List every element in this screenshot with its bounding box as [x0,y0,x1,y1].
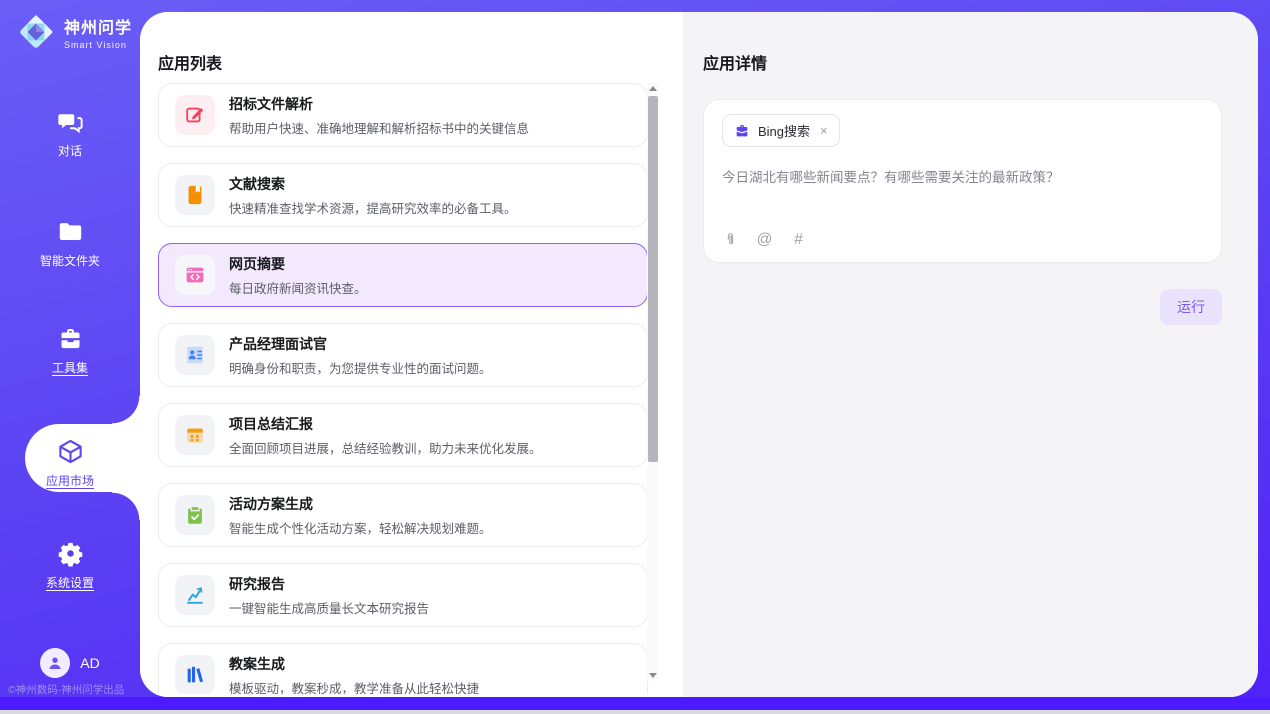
app-card[interactable]: 网页摘要 每日政府新闻资讯快查。 [158,243,648,307]
book-icon [175,175,215,215]
app-card[interactable]: 教案生成 模板驱动，教案秒成，教学准备从此轻松快捷 [158,643,648,694]
app-texts: 研究报告 一键智能生成高质量长文本研究报告 [229,574,429,617]
app-list-panel: 应用列表 招标文件解析 帮助用户快速、准确地理解和解析招标书中的关键信息 文献搜… [140,12,683,697]
app-texts: 项目总结汇报 全面回顾项目进展，总结经验教训，助力未来优化发展。 [229,414,542,457]
app-name: 研究报告 [229,574,429,594]
sidebar-item-label: 工具集 [0,359,140,376]
run-button[interactable]: 运行 [1160,289,1222,325]
app-card[interactable]: 研究报告 一键智能生成高质量长文本研究报告 [158,563,648,627]
sidebar-item-label: 对话 [0,142,140,159]
avatar[interactable] [40,648,70,678]
sidebar-item-folders[interactable]: 智能文件夹 [0,218,140,269]
app-description: 全面回顾项目进展，总结经验教训，助力未来优化发展。 [229,438,542,457]
clipboard-check-icon [175,495,215,535]
sidebar-item-label: 应用市场 [0,472,140,489]
sidebar-item-label: 智能文件夹 [0,252,140,269]
chat-icon [57,108,84,135]
list-scrollbar[interactable] [647,83,658,681]
scroll-up-arrow-icon[interactable] [647,83,658,94]
tool-chip-label: Bing搜索 [758,121,810,140]
app-list-title: 应用列表 [158,50,683,74]
app-card[interactable]: 活动方案生成 智能生成个性化活动方案，轻松解决规划难题。 [158,483,648,547]
sidebar-item-chat[interactable]: 对话 [0,108,140,159]
edit-doc-icon [175,95,215,135]
resume-icon [175,335,215,375]
scrollbar-thumb[interactable] [648,96,658,462]
app-description: 快速精准查找学术资源，提高研究效率的必备工具。 [229,198,517,217]
browser-code-icon [175,255,215,295]
app-texts: 招标文件解析 帮助用户快速、准确地理解和解析招标书中的关键信息 [229,94,529,137]
app-detail-panel: 应用详情 Bing搜索 × 今日湖北有哪些新闻要点？有哪些需要关注的最新政策？ … [683,12,1258,697]
main-content: 应用列表 招标文件解析 帮助用户快速、准确地理解和解析招标书中的关键信息 文献搜… [140,12,1258,697]
app-texts: 活动方案生成 智能生成个性化活动方案，轻松解决规划难题。 [229,494,492,537]
briefcase-icon [734,123,750,139]
run-row: 运行 [703,289,1222,325]
trend-report-icon [175,575,215,615]
user-account[interactable]: AD [0,648,140,678]
app-name: 教案生成 [229,654,479,674]
app-description: 一键智能生成高质量长文本研究报告 [229,598,429,617]
app-name: 活动方案生成 [229,494,492,514]
app-name: 招标文件解析 [229,94,529,114]
app-name: 产品经理面试官 [229,334,492,354]
cube-icon [57,438,84,465]
calendar-grid-icon [175,415,215,455]
app-description: 帮助用户快速、准确地理解和解析招标书中的关键信息 [229,118,529,137]
sidebar-item-tools[interactable]: 工具集 [0,325,140,376]
bottom-edge-strip [0,710,1270,714]
app-card-list: 招标文件解析 帮助用户快速、准确地理解和解析招标书中的关键信息 文献搜索 快速精… [158,83,648,694]
app-card[interactable]: 项目总结汇报 全面回顾项目进展，总结经验教训，助力未来优化发展。 [158,403,648,467]
app-logo: 神州问学 Smart Vision [16,12,132,52]
sidebar-item-label: 系统设置 [0,574,140,591]
folder-icon [57,218,84,245]
app-name: 项目总结汇报 [229,414,542,434]
sidebar-item-settings[interactable]: 系统设置 [0,540,140,591]
person-icon [46,654,64,672]
logo-diamond-icon [16,12,56,52]
copyright-text: ©神州数码·神州问学出品 [8,682,124,697]
tool-chip-bing-search[interactable]: Bing搜索 × [722,114,840,147]
app-card[interactable]: 招标文件解析 帮助用户快速、准确地理解和解析招标书中的关键信息 [158,83,648,147]
app-card[interactable]: 文献搜索 快速精准查找学术资源，提高研究效率的必备工具。 [158,163,648,227]
paperclip-icon[interactable] [722,231,739,248]
input-toolbar: @ # [722,231,807,248]
sidebar: 神州问学 Smart Vision 对话 智能文件夹 工具集 应用市场 系统设置… [0,0,140,714]
app-card[interactable]: 产品经理面试官 明确身份和职责，为您提供专业性的面试问题。 [158,323,648,387]
gear-icon [57,540,84,567]
chip-close-icon[interactable]: × [820,123,828,138]
app-description: 智能生成个性化活动方案，轻松解决规划难题。 [229,518,492,537]
toolbox-icon [57,325,84,352]
app-description: 明确身份和职责，为您提供专业性的面试问题。 [229,358,492,377]
bottom-accent-bar [0,697,1270,710]
app-texts: 产品经理面试官 明确身份和职责，为您提供专业性的面试问题。 [229,334,492,377]
logo-text: 神州问学 Smart Vision [64,14,132,50]
app-texts: 网页摘要 每日政府新闻资讯快查。 [229,254,367,297]
app-detail-title: 应用详情 [703,50,1222,74]
sidebar-item-market[interactable]: 应用市场 [0,438,140,489]
books-icon [175,655,215,694]
app-name: 文献搜索 [229,174,517,194]
app-description: 每日政府新闻资讯快查。 [229,278,367,297]
scroll-down-arrow-icon[interactable] [647,670,658,681]
app-name: 网页摘要 [229,254,367,274]
user-name: AD [80,655,99,671]
prompt-card[interactable]: Bing搜索 × 今日湖北有哪些新闻要点？有哪些需要关注的最新政策？ @ # [703,99,1222,263]
app-texts: 文献搜索 快速精准查找学术资源，提高研究效率的必备工具。 [229,174,517,217]
at-icon[interactable]: @ [756,231,773,248]
logo-title: 神州问学 [64,14,132,38]
hash-icon[interactable]: # [790,231,807,248]
prompt-input[interactable]: 今日湖北有哪些新闻要点？有哪些需要关注的最新政策？ [722,168,1203,188]
logo-subtitle: Smart Vision [64,40,132,50]
app-description: 模板驱动，教案秒成，教学准备从此轻松快捷 [229,678,479,695]
app-texts: 教案生成 模板驱动，教案秒成，教学准备从此轻松快捷 [229,654,479,695]
